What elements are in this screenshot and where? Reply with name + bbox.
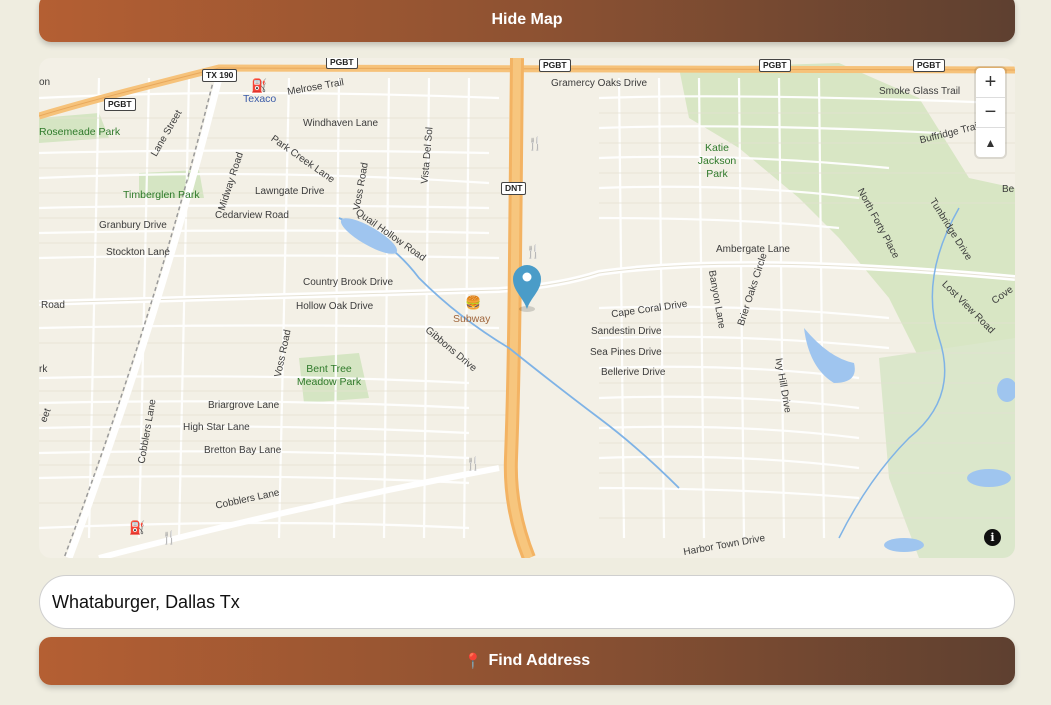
- map-controls: + − ▲: [976, 68, 1005, 157]
- map[interactable]: PGBT PGBT PGBT PGBT PGBT TX 190 DNT ⛽ Te…: [39, 58, 1015, 558]
- street-label: Cedarview Road: [215, 210, 289, 221]
- bent-tree-park-label: Bent Tree Meadow Park: [296, 363, 362, 388]
- street-label: Ambergate Lane: [716, 244, 790, 255]
- street-label: Granbury Drive: [99, 220, 167, 231]
- street-label: rk: [39, 364, 48, 375]
- gas-station-icon: ⛽: [129, 520, 146, 535]
- restaurant-icon: 🍴: [525, 244, 542, 259]
- street-label: Gramercy Oaks Drive: [551, 78, 648, 89]
- subway-label: Subway: [453, 313, 491, 325]
- find-address-button[interactable]: 📍 Find Address: [39, 637, 1015, 685]
- street-label: Bellerive Drive: [601, 367, 666, 378]
- zoom-out-button[interactable]: −: [976, 98, 1005, 128]
- sandwich-icon: 🍔: [465, 295, 482, 310]
- map-pin-icon: 📍: [463, 653, 483, 670]
- street-label: Hollow Oak Drive: [296, 301, 374, 312]
- street-label: Stockton Lane: [106, 247, 170, 258]
- zoom-in-button[interactable]: +: [976, 68, 1005, 98]
- attribution-info-icon[interactable]: i: [984, 529, 1001, 546]
- street-label: Sandestin Drive: [591, 326, 662, 337]
- street-label: Road: [41, 300, 65, 311]
- timberglen-park-label: Timberglen Park: [123, 189, 200, 201]
- pgbt-shield: PGBT: [104, 98, 136, 111]
- tx190-shield: TX 190: [202, 69, 238, 82]
- hide-map-label: Hide Map: [491, 11, 563, 28]
- hide-map-button[interactable]: Hide Map: [39, 0, 1015, 42]
- street-label: High Star Lane: [183, 422, 250, 433]
- street-label: on: [39, 77, 51, 88]
- map-canvas: [39, 58, 1015, 558]
- street-label: Briargrove Lane: [208, 400, 280, 411]
- katie-jackson-park-label: Katie Jackson Park: [697, 142, 737, 180]
- find-address-label: Find Address: [488, 652, 591, 669]
- restaurant-icon: 🍴: [465, 456, 482, 471]
- pgbt-shield: PGBT: [326, 58, 358, 69]
- street-label: Lawngate Drive: [255, 186, 325, 197]
- street-label: Windhaven Lane: [303, 118, 379, 129]
- texaco-label: Texaco: [243, 93, 277, 105]
- restaurant-icon: 🍴: [161, 530, 178, 545]
- restaurant-icon: 🍴: [527, 136, 544, 151]
- address-search-input[interactable]: [39, 575, 1015, 629]
- gas-station-icon: ⛽: [251, 78, 268, 93]
- street-label: Bretton Bay Lane: [204, 445, 282, 456]
- pgbt-shield: PGBT: [539, 59, 571, 72]
- street-label: Sea Pines Drive: [590, 347, 662, 358]
- dnt-shield: DNT: [501, 182, 527, 195]
- street-label: Country Brook Drive: [303, 277, 394, 288]
- street-label: Be: [1002, 184, 1015, 195]
- compass-reset-button[interactable]: ▲: [976, 128, 1005, 157]
- pgbt-shield: PGBT: [913, 59, 945, 72]
- rosemeade-park-label: Rosemeade Park: [39, 126, 121, 138]
- pgbt-shield: PGBT: [759, 59, 791, 72]
- street-label: Smoke Glass Trail: [879, 86, 961, 97]
